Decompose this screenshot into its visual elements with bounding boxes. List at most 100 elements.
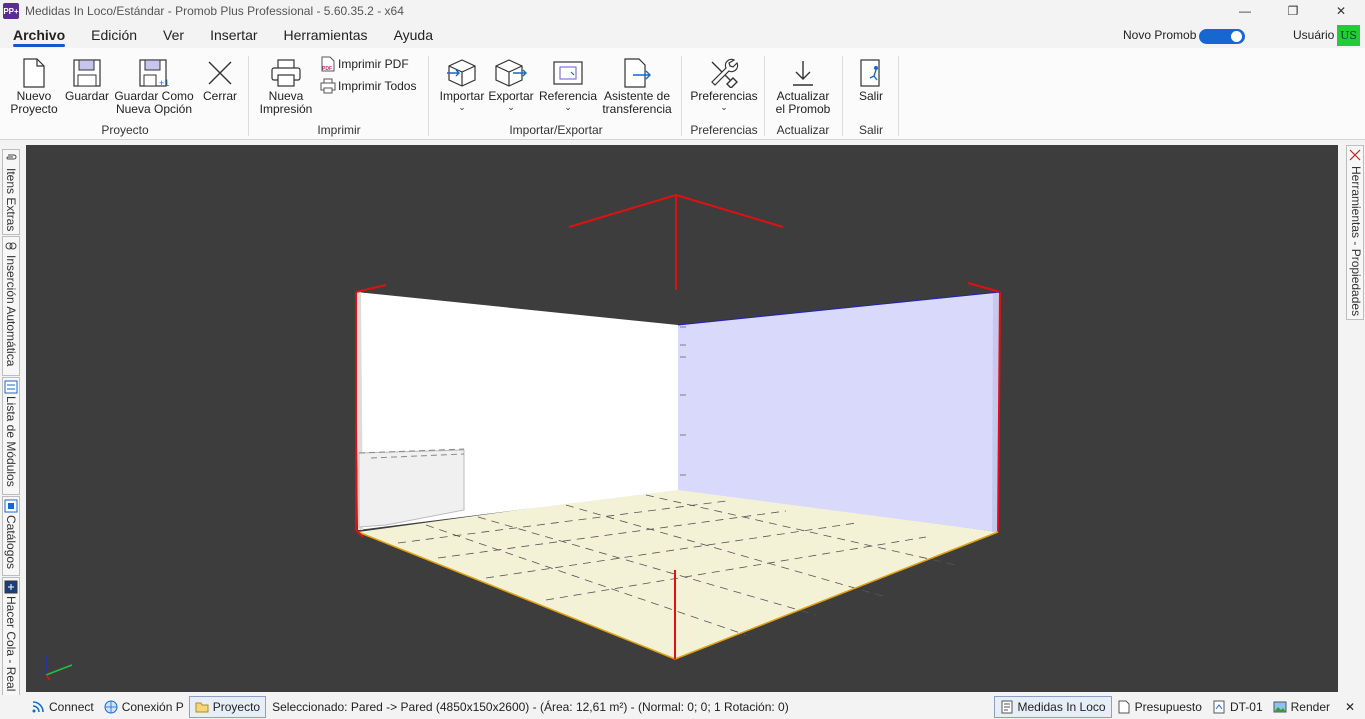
exportar-button[interactable]: Exportar ⌄ bbox=[487, 56, 535, 112]
folder-icon bbox=[195, 702, 209, 713]
novo-promob-label: Novo Promob bbox=[1123, 28, 1197, 42]
salir-button[interactable]: Salir bbox=[852, 56, 890, 103]
menu-archivo[interactable]: Archivo bbox=[0, 22, 78, 48]
actualizar-promob-button[interactable]: Actualizar el Promob bbox=[770, 56, 836, 116]
ribbon-separator bbox=[428, 56, 429, 136]
imprimir-pdf-label: Imprimir PDF bbox=[338, 57, 409, 71]
group-label-salir: Salir bbox=[858, 123, 883, 137]
tab-insercion-automatica[interactable]: Inserción Automática bbox=[2, 236, 20, 376]
rss-icon bbox=[32, 701, 44, 713]
group-label-importar-exportar: Importar/Exportar bbox=[509, 123, 603, 137]
left-dock-panel: Itens Extras Inserción Automática Lista … bbox=[0, 145, 22, 719]
dimension-gizmo bbox=[568, 194, 784, 290]
tab-lista-modulos[interactable]: Lista de Módulos bbox=[2, 377, 20, 495]
3d-viewport[interactable] bbox=[26, 145, 1338, 692]
axis-gizmo-icon bbox=[45, 655, 73, 681]
menu-ayuda[interactable]: Ayuda bbox=[381, 22, 446, 48]
dt01-tab[interactable]: DT-01 bbox=[1207, 696, 1268, 718]
exit-door-icon bbox=[855, 56, 887, 90]
export-box-icon bbox=[495, 56, 527, 90]
presupuesto-label: Presupuesto bbox=[1134, 700, 1202, 714]
minimize-button[interactable]: — bbox=[1221, 0, 1269, 22]
nueva-impresion-label: Nueva Impresión bbox=[259, 89, 313, 116]
avatar[interactable]: US bbox=[1337, 25, 1360, 46]
room-3d-view[interactable] bbox=[26, 145, 1338, 692]
ribbon-separator bbox=[898, 56, 899, 136]
guardar-button[interactable]: Guardar bbox=[64, 56, 110, 103]
menu-ver[interactable]: Ver bbox=[150, 22, 197, 48]
proyecto-tab[interactable]: Proyecto bbox=[188, 696, 267, 718]
menu-herramientas[interactable]: Herramientas bbox=[271, 22, 381, 48]
imprimir-todos-label: Imprimir Todos bbox=[338, 79, 417, 93]
cerrar-button[interactable]: Cerrar bbox=[200, 56, 240, 103]
ribbon-separator bbox=[842, 56, 843, 136]
cerrar-label: Cerrar bbox=[202, 89, 237, 103]
menu-edicion[interactable]: Edición bbox=[78, 22, 150, 48]
importar-button[interactable]: Importar ⌄ bbox=[437, 56, 487, 112]
maximize-button[interactable]: ❐ bbox=[1269, 0, 1317, 22]
asistente-transferencia-label: Asistente de transferencia bbox=[602, 89, 672, 116]
close-button[interactable]: ✕ bbox=[1317, 0, 1365, 22]
medidas-label: Medidas In Loco bbox=[1017, 700, 1106, 714]
actualizar-promob-label: Actualizar el Promob bbox=[775, 89, 831, 116]
close-tab-button[interactable]: ✕ bbox=[1335, 696, 1365, 718]
render-tab[interactable]: Render bbox=[1268, 696, 1335, 718]
svg-text:PDF: PDF bbox=[322, 66, 332, 72]
preferencias-button[interactable]: Preferencias ⌄ bbox=[689, 56, 759, 112]
list-icon bbox=[4, 380, 18, 394]
group-label-actualizar: Actualizar bbox=[776, 123, 830, 137]
tab-label: Inserción Automática bbox=[4, 255, 18, 367]
save-as-icon: +1 bbox=[138, 56, 170, 90]
group-label-proyecto: Proyecto bbox=[101, 123, 149, 137]
tab-herramientas-propiedades[interactable]: Herramientas - Propiedades bbox=[1346, 145, 1364, 320]
proyecto-label: Proyecto bbox=[212, 700, 261, 714]
app-logo-icon: PP+ bbox=[3, 3, 19, 19]
salir-label: Salir bbox=[858, 89, 883, 103]
imprimir-todos-button[interactable]: Imprimir Todos bbox=[320, 78, 416, 94]
chevron-down-icon: ⌄ bbox=[458, 102, 466, 112]
printer-icon bbox=[270, 56, 302, 90]
connect-button[interactable]: Connect bbox=[26, 696, 99, 718]
tab-label: Herramientas - Propiedades bbox=[1349, 166, 1363, 317]
tools-icon bbox=[1349, 149, 1361, 161]
tab-label: Itens Extras bbox=[4, 168, 18, 232]
drawing-icon bbox=[1213, 700, 1225, 714]
selection-status: Seleccionado: Pared -> Pared (4850x150x2… bbox=[272, 700, 789, 714]
medidas-in-loco-tab[interactable]: Medidas In Loco bbox=[993, 696, 1112, 718]
status-bar: Connect Conexión P Proyecto Seleccionado… bbox=[0, 695, 1365, 719]
conexion-button[interactable]: Conexión P bbox=[99, 696, 189, 718]
nueva-impresion-button[interactable]: Nueva Impresión bbox=[256, 56, 316, 116]
imprimir-pdf-button[interactable]: PDF Imprimir PDF bbox=[320, 56, 409, 72]
group-label-imprimir: Imprimir bbox=[317, 123, 361, 137]
svg-text:+1: +1 bbox=[159, 78, 169, 88]
new-document-icon bbox=[18, 56, 50, 90]
guardar-como-button[interactable]: +1 Guardar Como Nueva Opción bbox=[114, 56, 194, 116]
tab-catalogos[interactable]: Catálogos bbox=[2, 496, 20, 576]
tab-itens-extras[interactable]: Itens Extras bbox=[2, 149, 20, 235]
referencia-button[interactable]: Referencia ⌄ bbox=[538, 56, 598, 112]
asistente-transferencia-button[interactable]: Asistente de transferencia bbox=[600, 56, 674, 116]
guardar-label: Guardar bbox=[64, 89, 110, 103]
close-x-icon bbox=[204, 56, 236, 90]
clip-icon bbox=[6, 154, 17, 160]
dt01-label: DT-01 bbox=[1229, 700, 1263, 714]
save-icon bbox=[71, 56, 103, 90]
ribbon-separator bbox=[681, 56, 682, 136]
tab-label: Hacer Cola - Real Sc bbox=[4, 596, 18, 709]
tab-label: Lista de Módulos bbox=[4, 396, 18, 487]
presupuesto-tab[interactable]: Presupuesto bbox=[1112, 696, 1207, 718]
globe-icon bbox=[104, 700, 118, 714]
ribbon: Nuevo Proyecto Guardar +1 Guardar Como N… bbox=[0, 48, 1365, 140]
nuevo-proyecto-button[interactable]: Nuevo Proyecto bbox=[10, 56, 58, 116]
tools-icon bbox=[708, 56, 740, 90]
menu-insertar[interactable]: Insertar bbox=[197, 22, 270, 48]
chevron-down-icon: ⌄ bbox=[564, 102, 572, 112]
document-icon bbox=[1118, 700, 1130, 714]
transfer-document-icon bbox=[621, 56, 653, 90]
render-image-icon bbox=[1273, 701, 1287, 713]
ribbon-separator bbox=[764, 56, 765, 136]
reference-frame-icon bbox=[552, 56, 584, 90]
ribbon-separator bbox=[248, 56, 249, 136]
novo-promob-toggle[interactable] bbox=[1199, 29, 1245, 44]
group-label-preferencias: Preferencias bbox=[690, 123, 758, 137]
